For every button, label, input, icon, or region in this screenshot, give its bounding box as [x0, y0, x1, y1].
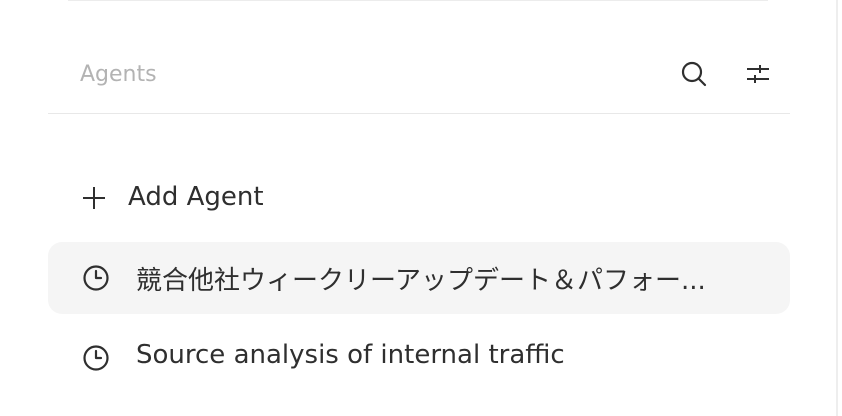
plus-icon [83, 187, 105, 209]
agent-item[interactable]: 競合他社ウィークリーアップデート＆パフォー... [48, 242, 790, 314]
add-agent-button[interactable]: Add Agent [48, 170, 790, 226]
agents-title: Agents [80, 62, 157, 87]
agents-header: Agents [48, 48, 790, 114]
panel-edge-divider [836, 0, 838, 416]
add-agent-label: Add Agent [128, 182, 264, 212]
agent-name: Source analysis of internal traffic [136, 340, 565, 370]
filter-button[interactable] [740, 56, 776, 92]
search-icon [681, 61, 707, 87]
search-button[interactable] [676, 56, 712, 92]
agents-panel: Agents Add Agent 競合他社ウィークリーアップデート＆パフォー..… [48, 0, 790, 416]
clock-icon [83, 345, 109, 371]
clock-icon [83, 265, 109, 291]
agent-name: 競合他社ウィークリーアップデート＆パフォー... [136, 266, 706, 296]
agent-item[interactable]: Source analysis of internal traffic [48, 322, 790, 394]
sliders-icon [747, 65, 769, 83]
